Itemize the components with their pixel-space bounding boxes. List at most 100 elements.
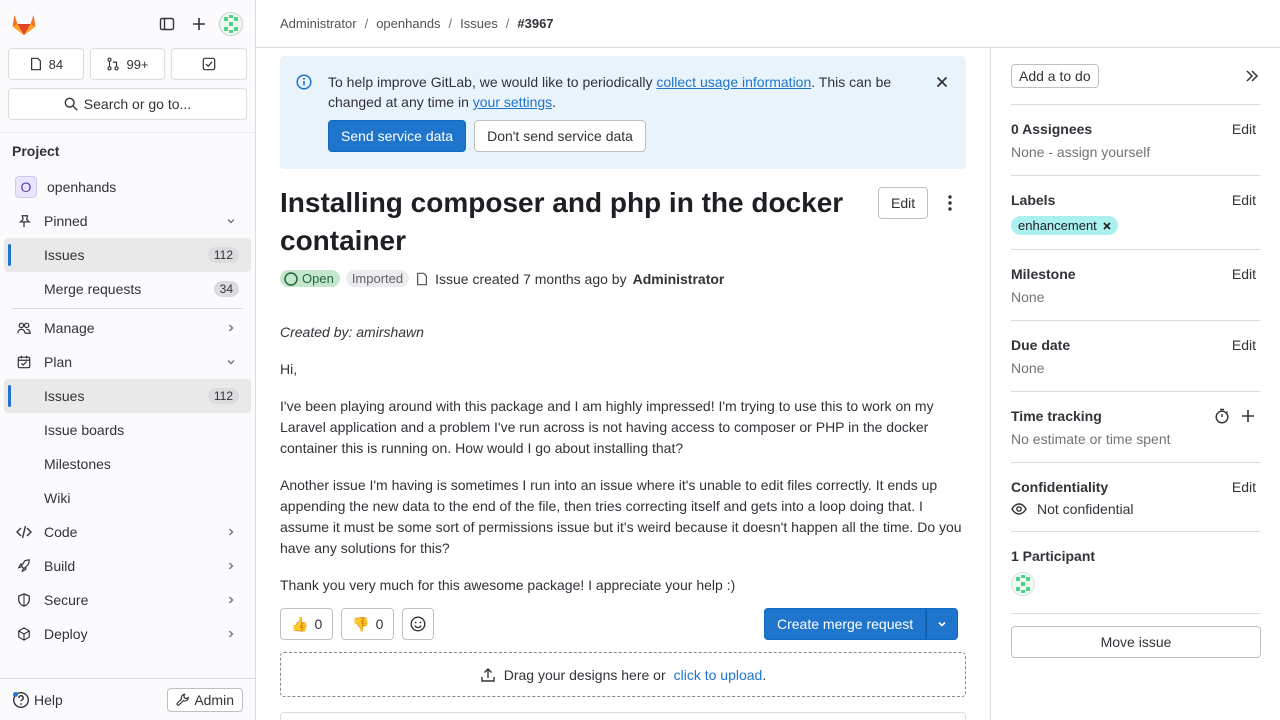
participants-block: 1 Participant bbox=[1011, 532, 1260, 614]
milestone-block: Milestone Edit None bbox=[1011, 250, 1260, 321]
issue-main: To help improve GitLab, we would like to… bbox=[256, 48, 990, 720]
labels-edit-button[interactable]: Edit bbox=[1232, 192, 1260, 208]
assigned-issues-button[interactable]: 84 bbox=[8, 48, 84, 80]
sidebar-item-code[interactable]: Code bbox=[4, 515, 251, 549]
merge-requests-button[interactable]: 99+ bbox=[89, 48, 166, 80]
participant-avatar[interactable] bbox=[1011, 572, 1260, 599]
sidebar-project-link[interactable]: O openhands bbox=[4, 170, 251, 204]
click-to-upload-link[interactable]: click to upload bbox=[674, 667, 763, 683]
breadcrumb-issues[interactable]: Issues bbox=[460, 16, 498, 31]
move-issue-button[interactable]: Move issue bbox=[1011, 626, 1261, 658]
milestone-edit-button[interactable]: Edit bbox=[1232, 266, 1260, 282]
design-upload-dropzone[interactable]: Drag your designs here or click to uploa… bbox=[280, 652, 966, 697]
milestone-value: None bbox=[1011, 289, 1045, 305]
edit-title-button[interactable]: Edit bbox=[878, 187, 929, 219]
sidebar-item-plan[interactable]: Plan bbox=[4, 345, 251, 379]
breadcrumb-separator: / bbox=[364, 16, 369, 31]
more-actions-icon[interactable] bbox=[938, 191, 962, 215]
chevron-down-icon bbox=[938, 621, 946, 627]
right-sidebar: Add a to do 0 Assignees Edit None - assig… bbox=[990, 48, 1280, 720]
description-paragraph: Hi, bbox=[280, 361, 298, 377]
your-settings-link[interactable]: your settings bbox=[473, 94, 552, 110]
close-icon[interactable] bbox=[934, 74, 950, 90]
create-merge-request-button[interactable]: Create merge request bbox=[764, 608, 927, 640]
assign-yourself-link[interactable]: None - assign yourself bbox=[1011, 143, 1260, 161]
sidebar-item-pinned-issues[interactable]: Issues 112 bbox=[4, 238, 251, 272]
thumbs-down-button[interactable]: 👎 0 bbox=[341, 608, 395, 640]
sidebar-item-deploy[interactable]: Deploy bbox=[4, 617, 251, 651]
add-todo-button[interactable]: Add a to do bbox=[1011, 64, 1099, 88]
admin-button[interactable]: Admin bbox=[167, 687, 243, 712]
deploy-icon bbox=[16, 626, 32, 642]
calendar-icon bbox=[16, 354, 32, 370]
milestones-label: Milestones bbox=[44, 456, 111, 472]
new-item-plus-icon[interactable] bbox=[183, 8, 215, 40]
issues-label: Issues bbox=[44, 388, 85, 404]
gitlab-logo-icon[interactable] bbox=[8, 8, 40, 40]
search-button[interactable]: Search or go to... bbox=[8, 88, 247, 120]
pinned-issues-count: 112 bbox=[207, 247, 239, 263]
time-tracking-value: No estimate or time spent bbox=[1011, 431, 1171, 447]
issue-type-icon bbox=[417, 272, 428, 285]
sidebar-item-manage[interactable]: Manage bbox=[4, 311, 251, 345]
merge-request-icon bbox=[107, 57, 120, 71]
author-link[interactable]: Administrator bbox=[633, 271, 725, 287]
milestone-title: Milestone bbox=[1011, 266, 1076, 282]
banner-text: . bbox=[552, 94, 557, 110]
sidebar-item-milestones[interactable]: Milestones bbox=[4, 447, 251, 481]
thumbs-down-count: 0 bbox=[375, 616, 384, 632]
help-button[interactable]: Help bbox=[12, 691, 63, 709]
sidebar-footer: Help Admin bbox=[0, 678, 255, 720]
issue-description: Created by: amirshawn Hi, I've been play… bbox=[280, 322, 966, 612]
stopwatch-icon[interactable] bbox=[1214, 408, 1230, 424]
remove-label-icon[interactable] bbox=[1103, 221, 1111, 230]
issues-count: 84 bbox=[48, 56, 64, 72]
user-avatar[interactable] bbox=[215, 8, 247, 40]
breadcrumb-issue-number[interactable]: #3967 bbox=[517, 16, 553, 31]
due-date-edit-button[interactable]: Edit bbox=[1232, 337, 1260, 353]
sidebar-header bbox=[0, 0, 255, 48]
sidebar-item-build[interactable]: Build bbox=[4, 549, 251, 583]
issue-open-icon bbox=[284, 271, 298, 286]
toggle-sidebar-icon[interactable] bbox=[151, 8, 183, 40]
chevron-right-icon bbox=[223, 524, 239, 540]
pinned-issues-label: Issues bbox=[44, 247, 85, 263]
info-icon bbox=[296, 74, 312, 90]
chevron-down-icon bbox=[223, 354, 239, 370]
todo-checkbox-icon bbox=[202, 57, 216, 71]
create-mr-dropdown-toggle[interactable] bbox=[926, 608, 959, 640]
confidentiality-edit-button[interactable]: Edit bbox=[1232, 479, 1260, 495]
next-section-box bbox=[280, 712, 966, 720]
breadcrumb-openhands[interactable]: openhands bbox=[376, 16, 440, 31]
thumbs-up-button[interactable]: 👍 0 bbox=[280, 608, 334, 640]
banner-text: To help improve GitLab, we would like to… bbox=[328, 74, 657, 90]
sidebar-item-pinned-merge-requests[interactable]: Merge requests 34 bbox=[4, 272, 251, 306]
code-icon bbox=[16, 524, 32, 540]
sidebar-item-wiki[interactable]: Wiki bbox=[4, 481, 251, 515]
chevron-down-icon bbox=[223, 213, 239, 229]
confidentiality-block: Confidentiality Edit Not confidential bbox=[1011, 463, 1260, 532]
dont-send-service-data-button[interactable]: Don't send service data bbox=[474, 120, 646, 152]
chevron-right-icon bbox=[223, 320, 239, 336]
add-reaction-button[interactable] bbox=[402, 608, 435, 640]
smiley-icon bbox=[410, 616, 426, 632]
label-enhancement[interactable]: enhancement bbox=[1011, 216, 1118, 235]
due-date-value: None bbox=[1011, 360, 1045, 376]
collect-usage-link[interactable]: collect usage information bbox=[656, 74, 811, 90]
description-paragraph: Another issue I'm having is sometimes I … bbox=[280, 477, 962, 556]
breadcrumb-administrator[interactable]: Administrator bbox=[280, 16, 357, 31]
sidebar-item-issues[interactable]: Issues 112 bbox=[4, 379, 251, 413]
assignees-edit-button[interactable]: Edit bbox=[1232, 121, 1260, 137]
project-avatar: O bbox=[15, 176, 37, 198]
add-time-plus-icon[interactable] bbox=[1240, 408, 1256, 424]
todos-button[interactable] bbox=[171, 48, 248, 80]
collapse-sidebar-icon[interactable] bbox=[1244, 68, 1260, 84]
sidebar-item-pinned[interactable]: Pinned bbox=[4, 204, 251, 238]
thumbs-up-icon: 👍 bbox=[291, 615, 309, 632]
sidebar-item-issue-boards[interactable]: Issue boards bbox=[4, 413, 251, 447]
send-service-data-button[interactable]: Send service data bbox=[328, 120, 467, 152]
sidebar-item-secure[interactable]: Secure bbox=[4, 583, 251, 617]
pinned-mr-label: Merge requests bbox=[44, 281, 142, 297]
issues-count-badge: 112 bbox=[207, 388, 239, 404]
sidebar-divider bbox=[12, 308, 243, 309]
